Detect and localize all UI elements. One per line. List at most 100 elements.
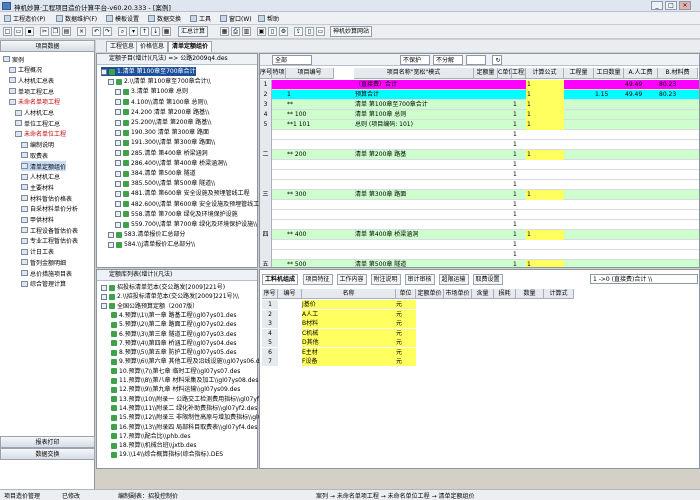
grid-cell-code[interactable] bbox=[286, 130, 334, 140]
detail-row-unit[interactable]: 元 bbox=[396, 347, 416, 357]
grid-cell-name[interactable] bbox=[354, 170, 474, 180]
detail-row-unit[interactable]: 元 bbox=[396, 357, 416, 366]
calculator-icon[interactable]: ▣ bbox=[257, 27, 266, 36]
grid-cell-labor[interactable] bbox=[594, 180, 624, 190]
grid-cell-b[interactable] bbox=[658, 250, 698, 260]
menu-window[interactable]: 窗口(W) bbox=[220, 14, 252, 23]
grid-cell-unit[interactable]: 1 bbox=[512, 220, 526, 230]
grid-cell-b[interactable] bbox=[658, 150, 698, 160]
left-tree-item[interactable]: 取费表 bbox=[21, 150, 48, 160]
grid-cell-a[interactable] bbox=[624, 260, 658, 267]
grid-cell-labor[interactable] bbox=[594, 190, 624, 200]
detail-column-header[interactable]: 损耗 bbox=[494, 289, 516, 299]
quota-tree-item[interactable]: 4.预算\\1\\第一章 路基工程\\gl07ys01.des bbox=[111, 311, 237, 320]
table-row[interactable]: 1 bbox=[260, 160, 699, 170]
bill-tree-item[interactable]: 584.\\j清单报价汇总部分\\ bbox=[108, 240, 195, 249]
grid-cell-name[interactable]: 清单 第100章至700章合计 bbox=[354, 100, 474, 110]
calculate-button[interactable]: 汇总计算 bbox=[178, 26, 209, 37]
table-row[interactable]: 1 bbox=[260, 220, 699, 230]
grid-cell-a[interactable] bbox=[624, 180, 658, 190]
left-tree-item[interactable]: 材料暂估价格表 bbox=[21, 193, 72, 203]
grid-column-header[interactable]: 工日数量 bbox=[594, 68, 624, 79]
quota-tree-item[interactable]: 11.预算\\8\\第八章 材料采集及加工\\gl07ys08.des bbox=[111, 376, 258, 385]
grid-cell-name[interactable]: 清单 第300章 路面 bbox=[354, 190, 474, 200]
grid-cell-code[interactable]: 1 bbox=[286, 90, 334, 100]
grid-cell-labor[interactable] bbox=[594, 120, 624, 130]
expand-icon[interactable] bbox=[108, 231, 114, 238]
search-icon[interactable]: ⌕ bbox=[118, 27, 127, 36]
table-row[interactable]: 1 bbox=[260, 140, 699, 150]
grid-cell-code[interactable] bbox=[286, 200, 334, 210]
refresh-icon[interactable]: ↻ bbox=[492, 55, 502, 65]
quota-tree-item[interactable]: 10.预算\\7\\第七章 临时工程\\gl07ys07.des bbox=[111, 367, 240, 376]
grid-cell-unit[interactable]: 1 bbox=[512, 200, 526, 210]
grid-cell-labor[interactable] bbox=[594, 150, 624, 160]
grid-cell-b[interactable] bbox=[658, 190, 698, 200]
grid-cell-a[interactable]: 49.49 bbox=[624, 90, 658, 100]
grid-cell-code[interactable] bbox=[286, 210, 334, 220]
grid-cell-code[interactable]: ** bbox=[286, 100, 334, 110]
bill-tree-item[interactable]: 24.200 清单 第200章 路基\\ bbox=[115, 108, 209, 117]
grid-cell-name[interactable]: （直接费）合计 bbox=[354, 80, 474, 90]
table-row[interactable]: 3 ** 清单 第100章至700章合计 1 1 bbox=[260, 100, 699, 110]
delete-icon[interactable]: × bbox=[77, 27, 86, 36]
grid-cell-qty[interactable] bbox=[526, 140, 564, 150]
save-icon[interactable]: ▪ bbox=[25, 27, 34, 36]
grid-cell-labor[interactable]: 1.15 bbox=[594, 90, 624, 100]
table-row[interactable]: 四 ** 400 清单 第400章 桥梁涵洞 1 1 bbox=[260, 230, 699, 240]
quota-tree-item[interactable]: 17.预算\\配合比\\phb.des bbox=[111, 432, 191, 441]
grid-cell-b[interactable]: 80.23 bbox=[658, 90, 698, 100]
expand-icon[interactable] bbox=[115, 170, 121, 177]
grid-cell-b[interactable] bbox=[658, 130, 698, 140]
quota-tree-item[interactable]: 14.预算\\11\\附录二 绿化补助费指标\\gl07yf2.des bbox=[111, 404, 257, 413]
quota-tree-item[interactable]: 16.预算\\13\\附录四 局部科目取费表\\gl07yf4.des bbox=[111, 423, 257, 432]
expand-icon[interactable] bbox=[101, 68, 107, 75]
grid-cell-b[interactable] bbox=[658, 180, 698, 190]
detail-row-unit[interactable]: 元 bbox=[396, 300, 416, 309]
bill-tree-item[interactable]: 559.700\\清单 第700章 绿化及环境保护设施\\ bbox=[115, 220, 257, 229]
grid-cell-qty[interactable] bbox=[526, 250, 564, 260]
detail-row-name[interactable]: C机械 bbox=[302, 328, 396, 338]
quota-tree-item[interactable]: 18.预算\\机械台班\\jxtb.des bbox=[111, 441, 197, 450]
detail-row-name[interactable]: J基价 bbox=[302, 300, 396, 309]
quota-tree-item[interactable]: 招投标清单范本(交公路发[2009]221号) bbox=[101, 283, 225, 292]
quota-tree-item[interactable]: 全国公路预算定额（2007版） bbox=[101, 302, 198, 311]
grid-cell-qty[interactable]: 1 bbox=[526, 260, 564, 267]
settings-icon[interactable]: ⚙ bbox=[279, 27, 288, 36]
grid-cell-qty[interactable]: 1 bbox=[526, 80, 564, 90]
grid-cell-unit[interactable]: 1 bbox=[512, 100, 526, 110]
detail-tab[interactable]: 审计审核 bbox=[404, 274, 435, 285]
grid-column-header[interactable]: 序号 bbox=[260, 68, 272, 79]
grid-column-header[interactable]: 项目编号 bbox=[286, 68, 334, 79]
expand-icon[interactable] bbox=[115, 160, 121, 167]
menu-data-exchange[interactable]: 数据交换 bbox=[148, 14, 181, 23]
left-tree-item[interactable]: 案例 bbox=[3, 54, 24, 64]
left-tree-item[interactable]: 综合管理计算 bbox=[21, 279, 66, 289]
grid-column-header[interactable]: 工程量 bbox=[564, 68, 594, 79]
detail-column-header[interactable]: 名称 bbox=[302, 289, 396, 299]
quota-tree-item[interactable]: 13.预算\\10\\附录一 公路交工检测费用指标\\gl07yf1.des bbox=[111, 395, 275, 404]
grid-column-header[interactable]: B.材料费 bbox=[658, 68, 698, 79]
expand-icon[interactable] bbox=[108, 241, 114, 248]
grid-cell-b[interactable] bbox=[658, 100, 698, 110]
grid-cell-code[interactable]: **1 101 bbox=[286, 120, 334, 130]
detail-column-header[interactable]: 单位 bbox=[396, 289, 416, 299]
menu-tools[interactable]: 工具 bbox=[190, 14, 211, 23]
detail-tab[interactable]: 项目特征 bbox=[302, 274, 333, 285]
grid-cell-unit[interactable]: 1 bbox=[512, 260, 526, 267]
grid-cell-qty[interactable] bbox=[526, 220, 564, 230]
grid-cell-unit[interactable] bbox=[512, 90, 526, 100]
grid-cell-labor[interactable] bbox=[594, 230, 624, 240]
left-tree-item[interactable]: 单位工程汇总 bbox=[15, 118, 60, 128]
split-select[interactable]: 不分解 bbox=[433, 55, 463, 65]
grid-cell-a[interactable] bbox=[624, 250, 658, 260]
detail-tab[interactable]: 工作内容 bbox=[336, 274, 367, 285]
grid-cell-qty[interactable]: 1 bbox=[526, 230, 564, 240]
table-row[interactable]: 五 ** 500 清单 第500章 隧道 1 1 bbox=[260, 260, 699, 267]
grid-cell-b[interactable] bbox=[658, 140, 698, 150]
undo-icon[interactable]: ↶ bbox=[92, 27, 101, 36]
detail-tab[interactable]: 附注说明 bbox=[370, 274, 401, 285]
grid-cell-qty[interactable] bbox=[526, 200, 564, 210]
grid-cell-b[interactable] bbox=[658, 260, 698, 267]
grid-cell-unit[interactable]: 1 bbox=[512, 110, 526, 120]
